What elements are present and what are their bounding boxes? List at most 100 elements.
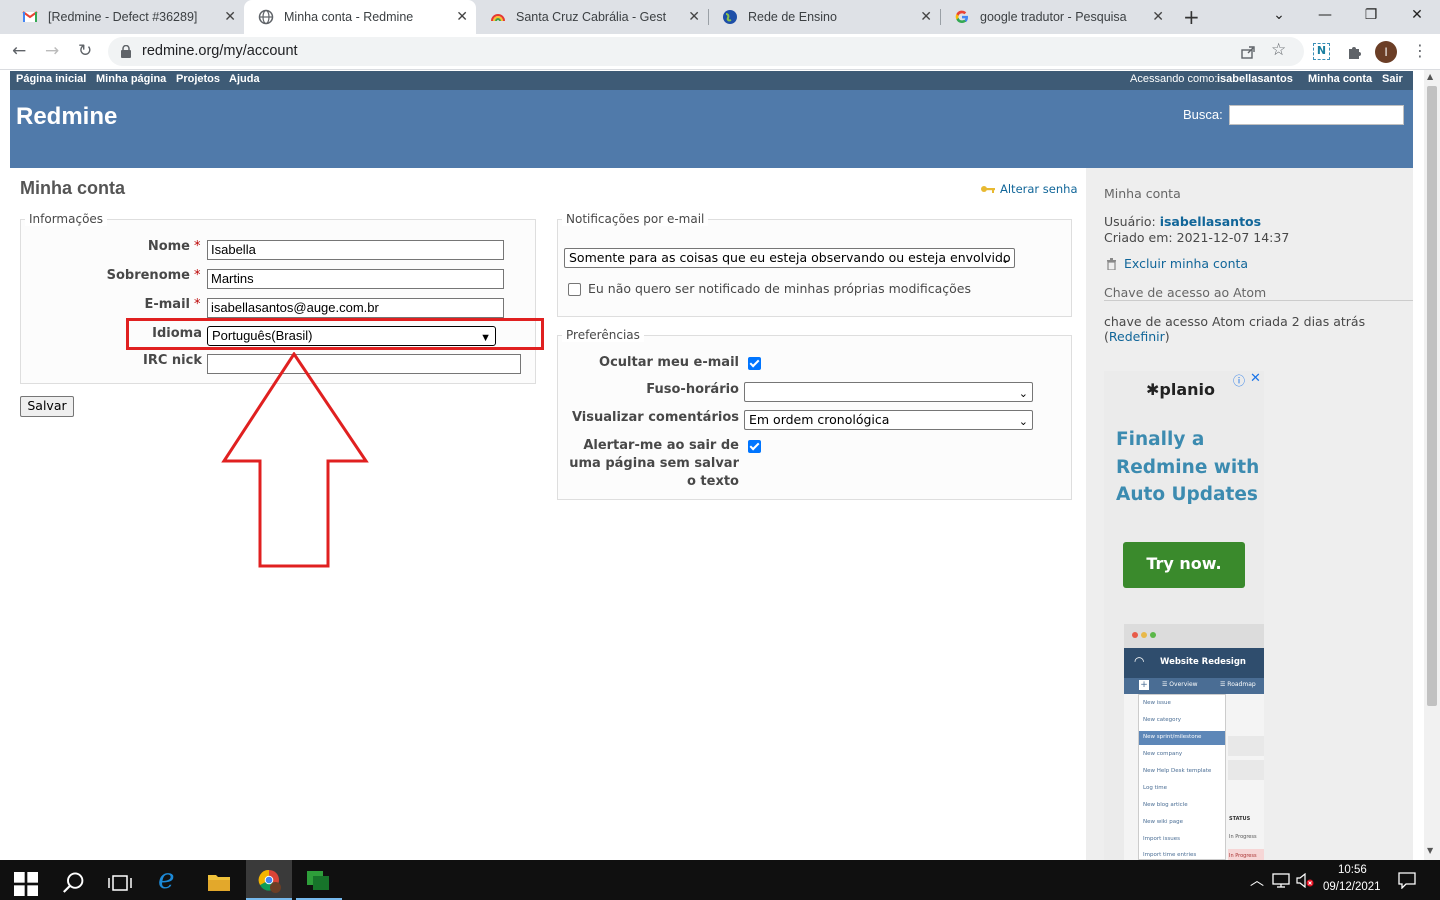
extension-n-icon[interactable]: N bbox=[1313, 43, 1330, 60]
volume-muted-icon[interactable] bbox=[1296, 873, 1314, 888]
top-menu-projects[interactable]: Projetos bbox=[176, 73, 220, 85]
close-icon[interactable]: ✕ bbox=[456, 9, 468, 25]
sidebar-divider bbox=[1104, 300, 1413, 301]
top-menu-logout[interactable]: Sair bbox=[1382, 73, 1403, 85]
forward-arrow-icon[interactable]: → bbox=[45, 41, 59, 61]
nome-input[interactable]: Isabella bbox=[207, 240, 504, 260]
search-input[interactable] bbox=[1229, 105, 1404, 125]
top-menu: Página inicial Minha página Projetos Aju… bbox=[10, 71, 1413, 90]
tray-chevron-icon[interactable]: ︿ bbox=[1250, 870, 1264, 890]
ad-mock-menu-item: Log time bbox=[1143, 785, 1167, 791]
close-icon[interactable]: ✕ bbox=[224, 9, 236, 25]
app-taskbar-button[interactable] bbox=[296, 860, 342, 900]
comments-label: Visualizar comentários bbox=[571, 410, 739, 425]
top-menu-home[interactable]: Página inicial bbox=[16, 73, 86, 85]
scrollbar-thumb[interactable] bbox=[1427, 86, 1437, 706]
highlight-box bbox=[126, 318, 544, 350]
timezone-select[interactable]: ⌄ bbox=[744, 382, 1033, 402]
logged-as-user[interactable]: isabellasantos bbox=[1217, 73, 1293, 85]
site-title[interactable]: Redmine bbox=[16, 103, 117, 131]
tab-search-chevron-icon[interactable]: ⌄ bbox=[1256, 0, 1302, 30]
delete-account-link[interactable]: Excluir minha conta bbox=[1124, 256, 1248, 271]
clock-date[interactable]: 09/12/2021 bbox=[1323, 881, 1381, 893]
browser-tab-redmine-defect[interactable]: [Redmine - Defect #36289] (Clo ✕ bbox=[8, 0, 245, 34]
windows-start-icon[interactable] bbox=[14, 872, 38, 896]
share-icon[interactable] bbox=[1240, 44, 1256, 60]
ad-mock-status: In Progress bbox=[1229, 834, 1257, 840]
ad-mock-project: Website Redesign bbox=[1160, 657, 1246, 667]
reload-icon[interactable]: ↻ bbox=[78, 41, 92, 61]
key-icon bbox=[981, 186, 995, 193]
notifications-select[interactable]: Somente para as coisas que eu esteja obs… bbox=[564, 248, 1015, 268]
network-icon[interactable] bbox=[1272, 873, 1290, 888]
chevron-down-icon: ⌄ bbox=[1018, 387, 1028, 400]
ad-mock-header: ◠ Website Redesign bbox=[1124, 648, 1264, 678]
browser-tab-santa-cruz[interactable]: Santa Cruz Cabrália - Gestão Es ✕ bbox=[476, 0, 709, 34]
top-menu-help[interactable]: Ajuda bbox=[229, 73, 260, 85]
hide-email-checkbox[interactable] bbox=[748, 357, 761, 370]
top-menu-my-account[interactable]: Minha conta bbox=[1308, 73, 1372, 85]
close-window-icon[interactable]: ✕ bbox=[1394, 0, 1440, 30]
warn-leave-checkbox[interactable] bbox=[748, 440, 761, 453]
created-value: 2021-12-07 14:37 bbox=[1176, 230, 1290, 245]
required-mark: * bbox=[194, 239, 201, 254]
atom-reset-link[interactable]: Redefinir bbox=[1109, 329, 1165, 344]
profile-avatar[interactable]: I bbox=[1375, 41, 1397, 63]
ad-mock-menu-item: Import time entries bbox=[1143, 852, 1197, 858]
menu-kebab-icon[interactable]: ⋮ bbox=[1412, 41, 1428, 60]
sobrenome-input[interactable]: Martins bbox=[207, 269, 504, 289]
ad-info-icon[interactable]: ⓘ bbox=[1233, 372, 1245, 389]
close-icon[interactable]: ✕ bbox=[1152, 9, 1164, 25]
address-bar[interactable]: redmine.org/my/account ☆ bbox=[108, 37, 1304, 66]
atom-key-text: chave de acesso Atom criada 2 dias atrás bbox=[1104, 314, 1366, 329]
back-arrow-icon[interactable]: ← bbox=[12, 41, 26, 61]
task-view-icon[interactable] bbox=[108, 871, 132, 895]
browser-tab-strip: [Redmine - Defect #36289] (Clo ✕ Minha c… bbox=[0, 0, 1440, 34]
restore-icon[interactable]: ❐ bbox=[1348, 0, 1394, 30]
earth-icon bbox=[723, 10, 737, 24]
top-menu-my-page[interactable]: Minha página bbox=[96, 73, 166, 85]
windows-taskbar: e ︿ 10:56 09/12/2021 bbox=[0, 860, 1440, 900]
ad-mock-status-row: In Progress bbox=[1228, 849, 1264, 860]
ad-mock-menu-item: New blog article bbox=[1143, 802, 1188, 808]
ad-close-icon[interactable]: ✕ bbox=[1250, 371, 1261, 386]
notifications-icon[interactable] bbox=[1398, 872, 1416, 889]
ad-mock-tab: ☰ Roadmap bbox=[1220, 681, 1256, 688]
file-explorer-icon[interactable] bbox=[207, 870, 231, 894]
browser-tab-google-tradutor[interactable]: google tradutor - Pesquisa Goo ✕ bbox=[940, 0, 1172, 34]
chrome-taskbar-button[interactable] bbox=[246, 860, 292, 900]
ad-mock-menu-item: New category bbox=[1143, 717, 1182, 723]
clock-time[interactable]: 10:56 bbox=[1338, 864, 1367, 876]
ad-mock-titlebar bbox=[1124, 624, 1264, 648]
bookmark-star-icon[interactable]: ☆ bbox=[1271, 40, 1286, 60]
save-button[interactable]: Salvar bbox=[20, 396, 74, 417]
no-self-notified-label: Eu não quero ser notificado de minhas pr… bbox=[588, 281, 971, 296]
logged-as-label: Acessando como: bbox=[1130, 73, 1218, 85]
edge-icon[interactable]: e bbox=[158, 862, 175, 895]
header: Redmine Busca: bbox=[10, 90, 1413, 168]
browser-tab-minha-conta[interactable]: Minha conta - Redmine ✕ bbox=[244, 0, 476, 34]
comments-select[interactable]: Em ordem cronológica ⌄ bbox=[744, 410, 1033, 430]
change-password-text: Alterar senha bbox=[1000, 182, 1078, 196]
scroll-up-icon[interactable]: ▲ bbox=[1427, 72, 1433, 81]
close-icon[interactable]: ✕ bbox=[688, 9, 700, 25]
ad-mock-status: In Progress bbox=[1229, 853, 1257, 859]
email-input[interactable]: isabellasantos@auge.com.br bbox=[207, 298, 504, 318]
tab-title: Minha conta - Redmine bbox=[284, 10, 414, 24]
ad-try-now-button[interactable]: Try now. bbox=[1123, 542, 1245, 588]
extensions-puzzle-icon[interactable] bbox=[1346, 44, 1362, 60]
no-self-notified-checkbox[interactable] bbox=[568, 283, 581, 296]
url-text: redmine.org/my/account bbox=[142, 43, 298, 59]
close-icon[interactable]: ✕ bbox=[920, 9, 932, 25]
comments-selected-value: Em ordem cronológica bbox=[749, 412, 890, 427]
trash-icon bbox=[1107, 258, 1116, 270]
lock-icon[interactable] bbox=[120, 45, 132, 58]
new-tab-button[interactable]: + bbox=[1183, 5, 1200, 29]
scroll-down-icon[interactable]: ▼ bbox=[1427, 846, 1433, 855]
minimize-icon[interactable]: — bbox=[1302, 0, 1348, 30]
advertisement[interactable]: ✱planio ⓘ ✕ Finally a Redmine with Auto … bbox=[1104, 371, 1264, 860]
ad-mock-menu-item: New Help Desk template bbox=[1143, 768, 1212, 774]
browser-tab-rede-de-ensino[interactable]: Rede de Ensino ✕ bbox=[708, 0, 941, 34]
user-link[interactable]: isabellasantos bbox=[1160, 214, 1261, 229]
search-icon[interactable] bbox=[62, 871, 86, 895]
